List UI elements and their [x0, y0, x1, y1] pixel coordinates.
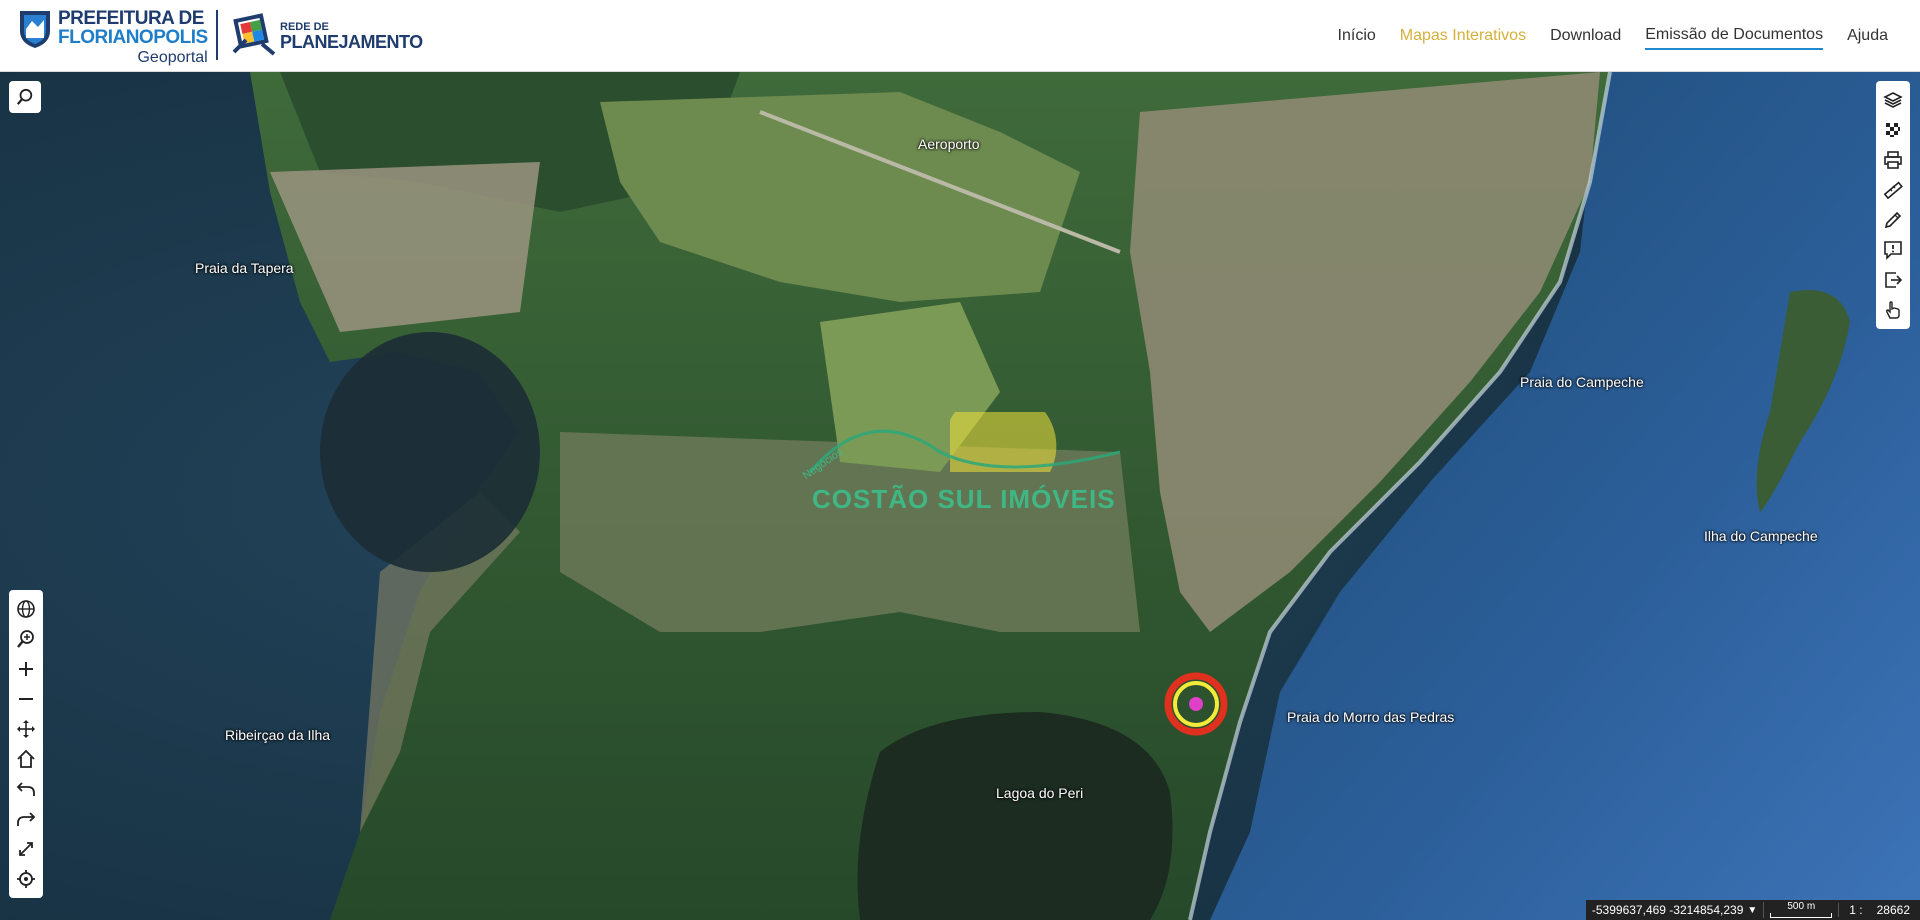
info-button[interactable]: [1878, 235, 1908, 265]
search-tool-button[interactable]: [9, 81, 41, 113]
rede-planejamento-logo[interactable]: REDE DE PLANEJAMENTO: [232, 8, 423, 56]
zoom-area-button[interactable]: [11, 624, 41, 654]
pan-button[interactable]: [11, 714, 41, 744]
layers-icon: [1883, 92, 1903, 108]
redo-button[interactable]: [11, 804, 41, 834]
undo-icon: [16, 782, 35, 796]
locate-button[interactable]: [11, 864, 41, 894]
rede-line1: REDE DE: [280, 20, 329, 33]
print-icon: [1884, 151, 1902, 169]
coordinate-value: -5399637,469 -3214854,239: [1591, 903, 1744, 917]
watermark-text: COSTÃO SUL IMÓVEIS: [812, 484, 1116, 514]
globe-icon: [17, 600, 35, 618]
measure-button[interactable]: [1878, 175, 1908, 205]
print-button[interactable]: [1878, 145, 1908, 175]
zoom-in-icon: [19, 662, 33, 676]
coordinate-readout[interactable]: -5399637,469 -3214854,239 ▼: [1586, 903, 1763, 917]
zoom-in-button[interactable]: [11, 654, 41, 684]
map-canvas[interactable]: COSTÃO SUL IMÓVEIS Negócios Aeroporto Pr…: [0, 72, 1920, 920]
geoportal-label: Geoportal: [137, 49, 208, 66]
scale-ratio[interactable]: 1 : 28662: [1838, 903, 1920, 917]
search-icon: [16, 88, 33, 105]
scale-ratio-prefix: 1 :: [1849, 903, 1863, 917]
draw-button[interactable]: [1878, 205, 1908, 235]
pan-icon: [17, 720, 35, 738]
identify-hand-icon: [1885, 301, 1900, 319]
place-label-ilha-do-campeche: Ilha do Campeche: [1704, 528, 1818, 544]
main-nav: Início Mapas Interativos Download Emissã…: [1338, 0, 1888, 72]
zoom-area-icon: [17, 630, 34, 648]
fullscreen-icon: [19, 842, 33, 856]
nav-download[interactable]: Download: [1550, 23, 1621, 49]
redo-icon: [17, 812, 36, 826]
home-icon: [17, 749, 35, 768]
export-button[interactable]: [1878, 265, 1908, 295]
city-crest-icon: [20, 11, 50, 48]
place-label-praia-da-tapera: Praia da Tapera: [195, 260, 294, 276]
fullscreen-button[interactable]: [11, 834, 41, 864]
draw-icon: [1884, 211, 1902, 229]
locate-icon: [17, 870, 35, 888]
map-status-bar: -5399637,469 -3214854,239 ▼ 500 m 1 : 28…: [1585, 900, 1920, 920]
scale-bar-label: 500 m: [1787, 901, 1816, 912]
chevron-down-icon: ▼: [1747, 904, 1758, 916]
rede-planejamento-mark-icon: [232, 13, 276, 56]
rede-line2: PLANEJAMENTO: [280, 31, 423, 52]
place-label-ribeirao-da-ilha: Ribeirçao da Ilha: [225, 727, 331, 743]
layers-button[interactable]: [1878, 85, 1908, 115]
basemap-icon: [1886, 123, 1900, 137]
scale-bar: 500 m: [1763, 902, 1838, 918]
place-label-praia-do-campeche: Praia do Campeche: [1520, 374, 1644, 390]
left-map-toolbar: [9, 590, 43, 898]
prefeitura-logo[interactable]: PREFEITURA DE FLORIANOPOLIS Geoportal: [18, 9, 208, 66]
nav-ajuda[interactable]: Ajuda: [1847, 23, 1888, 49]
prefeitura-line2: FLORIANOPOLIS: [58, 27, 208, 48]
identify-button[interactable]: [1878, 295, 1908, 325]
zoom-out-button[interactable]: [11, 684, 41, 714]
nav-mapas-interativos[interactable]: Mapas Interativos: [1400, 23, 1526, 49]
scale-ratio-value: 28662: [1876, 903, 1910, 917]
header: PREFEITURA DE FLORIANOPOLIS Geoportal RE…: [0, 0, 1920, 72]
undo-button[interactable]: [11, 774, 41, 804]
logo-separator: [216, 10, 218, 60]
right-map-toolbar: [1876, 81, 1910, 329]
home-button[interactable]: [11, 744, 41, 774]
export-icon: [1885, 272, 1903, 288]
measure-icon: [1883, 181, 1903, 200]
globe-button[interactable]: [11, 594, 41, 624]
prefeitura-line1: PREFEITURA DE: [58, 8, 204, 29]
info-icon: [1884, 241, 1902, 260]
scale-bar-line: [1770, 913, 1833, 918]
basemap-button[interactable]: [1878, 115, 1908, 145]
place-label-praia-do-morro-das-pedras: Praia do Morro das Pedras: [1287, 709, 1455, 725]
place-label-lagoa-do-peri: Lagoa do Peri: [996, 785, 1084, 801]
nav-emissao-documentos[interactable]: Emissão de Documentos: [1645, 22, 1824, 50]
zoom-out-icon: [19, 698, 33, 700]
nav-inicio[interactable]: Início: [1338, 23, 1376, 49]
place-label-aeroporto: Aeroporto: [918, 136, 980, 152]
